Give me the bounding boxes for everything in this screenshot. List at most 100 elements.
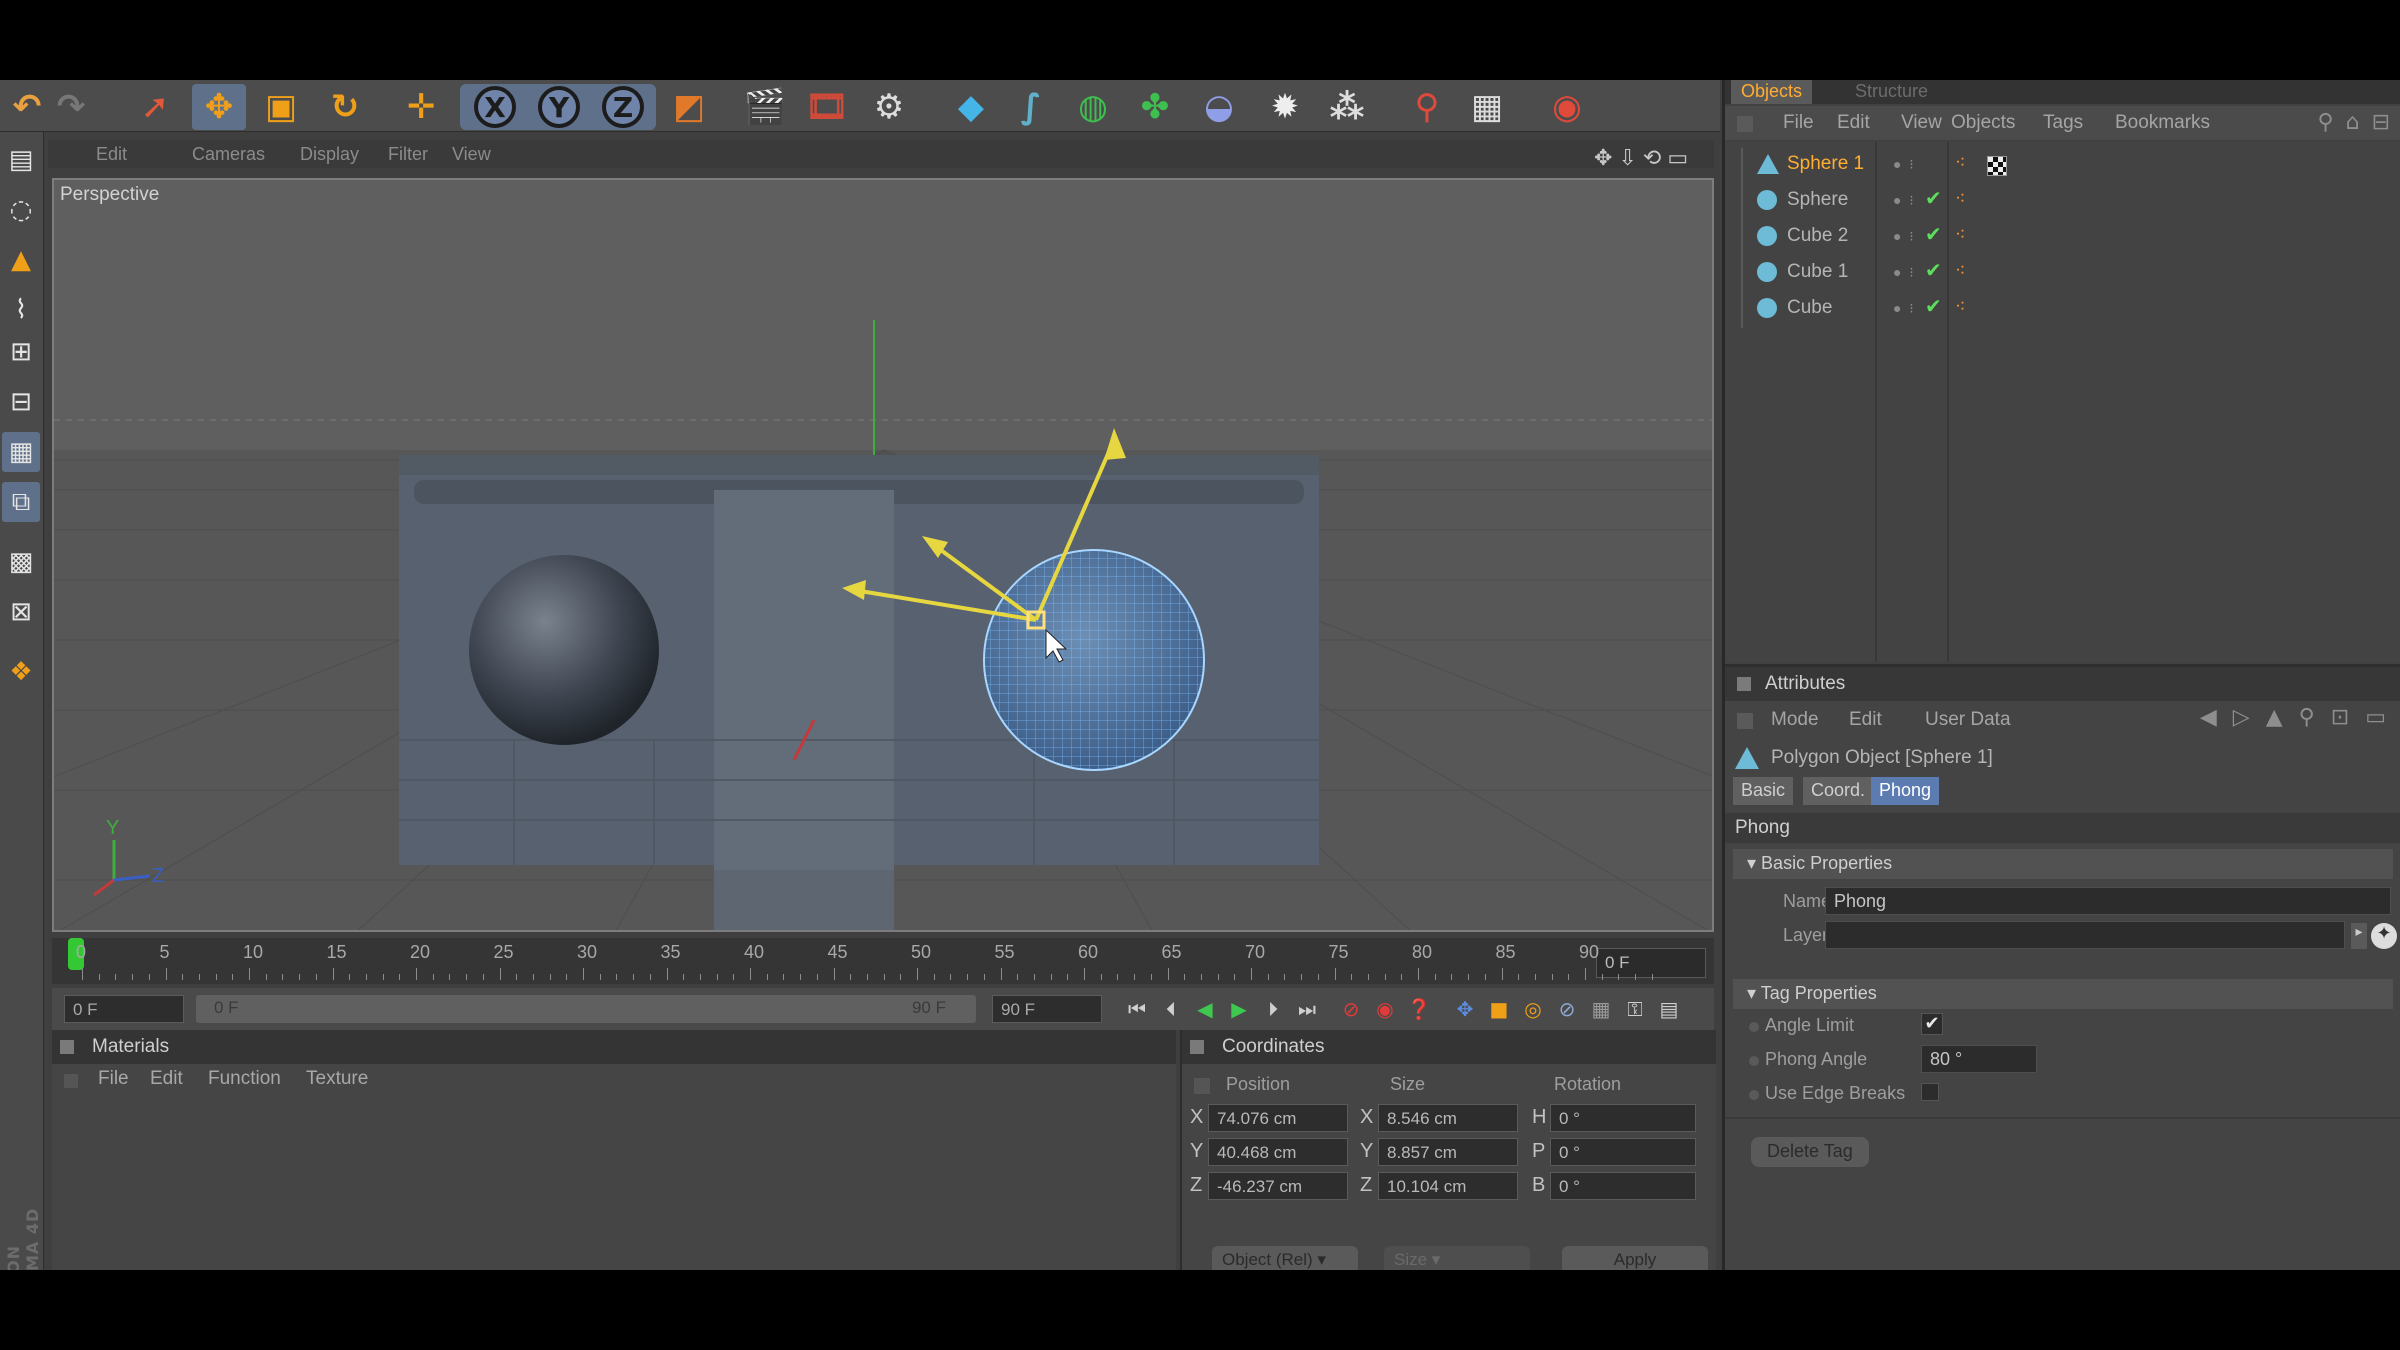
render-picture-viewer-icon[interactable]: 🎞 bbox=[800, 84, 854, 130]
attributes-menu-edit[interactable]: Edit bbox=[1849, 709, 1882, 731]
scene-icon[interactable]: ✹ bbox=[1258, 84, 1312, 130]
key-scale-icon[interactable]: ■ bbox=[1484, 994, 1514, 1024]
y-axis-lock[interactable]: Y bbox=[532, 84, 586, 130]
collapse-icon[interactable]: ⊟ bbox=[2372, 110, 2390, 135]
uv-points-icon[interactable]: ⊟ bbox=[2, 382, 40, 422]
position-z-field[interactable]: -46.237 cm bbox=[1208, 1172, 1348, 1200]
delete-tag-button[interactable]: Delete Tag bbox=[1751, 1137, 1869, 1167]
home-icon[interactable]: ⌂ bbox=[2346, 110, 2360, 135]
play-forward-icon[interactable]: ▶ bbox=[1224, 994, 1254, 1024]
position-y-field[interactable]: 40.468 cm bbox=[1208, 1138, 1348, 1166]
tab-basic[interactable]: Basic bbox=[1733, 777, 1794, 805]
enabled-check-icon[interactable]: ✔ bbox=[1925, 186, 1942, 210]
enabled-check-icon[interactable]: ✔ bbox=[1925, 222, 1942, 246]
object-menu-tags[interactable]: Tags bbox=[2043, 112, 2083, 134]
attributes-menu-mode[interactable]: Mode bbox=[1771, 709, 1819, 731]
viewport-menu-display[interactable]: Display bbox=[300, 144, 359, 165]
object-menu-file[interactable]: File bbox=[1783, 112, 1814, 134]
select-tool-icon[interactable]: ➚ bbox=[128, 84, 182, 130]
maximize-icon[interactable]: ▭ bbox=[1667, 146, 1688, 171]
viewport-menu-filter[interactable]: Filter bbox=[388, 144, 428, 165]
viewport-menu-cameras[interactable]: Cameras bbox=[192, 144, 265, 165]
texture-tag-icon[interactable] bbox=[1987, 156, 2007, 176]
object-name[interactable]: Sphere bbox=[1787, 189, 1848, 211]
materials-menu-grip-icon[interactable] bbox=[64, 1074, 78, 1088]
apply-button[interactable]: Apply bbox=[1562, 1246, 1708, 1270]
attributes-menu-grip-icon[interactable] bbox=[1737, 713, 1753, 729]
polygons-mode-icon[interactable]: ⊞ bbox=[2, 332, 40, 372]
spline-pen-icon[interactable]: ∫ bbox=[1004, 84, 1058, 130]
coordinate-mode-dropdown[interactable]: Object (Rel) ▾ bbox=[1212, 1246, 1358, 1270]
object-row[interactable]: Sphere ● ⁝ ✔ ⁖ bbox=[1725, 184, 2400, 220]
position-x-field[interactable]: 74.076 cm bbox=[1208, 1104, 1348, 1132]
frame-range-slider[interactable]: 0 F 90 F bbox=[196, 995, 976, 1023]
tab-phong[interactable]: Phong bbox=[1871, 777, 1940, 805]
object-mode-icon[interactable]: ◌ bbox=[2, 190, 40, 230]
coordinates-grip-icon[interactable] bbox=[1190, 1040, 1204, 1054]
play-backward-icon[interactable]: ◀ bbox=[1190, 994, 1220, 1024]
next-key-icon[interactable]: ⏵ bbox=[1258, 994, 1288, 1024]
object-name[interactable]: Cube bbox=[1787, 297, 1832, 319]
world-coordinate-icon[interactable]: ◩ bbox=[662, 84, 716, 130]
materials-grip-icon[interactable] bbox=[60, 1040, 74, 1054]
angle-limit-checkbox[interactable]: ✔ bbox=[1921, 1013, 1943, 1035]
tab-objects[interactable]: Objects bbox=[1731, 80, 1813, 104]
viewport-menu-view[interactable]: View bbox=[452, 144, 491, 165]
new-view-icon[interactable]: ▭ bbox=[2365, 705, 2386, 730]
attributes-menu-user-data[interactable]: User Data bbox=[1925, 709, 2011, 731]
rotate-tool-icon[interactable]: ↻ bbox=[318, 84, 372, 130]
move-tool-icon[interactable]: ✥ bbox=[192, 84, 246, 130]
tab-structure[interactable]: Structure bbox=[1845, 80, 1938, 104]
size-z-field[interactable]: 10.104 cm bbox=[1378, 1172, 1518, 1200]
materials-menu-texture[interactable]: Texture bbox=[306, 1068, 368, 1090]
key-parameter-icon[interactable]: ⊘ bbox=[1552, 994, 1582, 1024]
previous-key-icon[interactable]: ⏴ bbox=[1156, 994, 1186, 1024]
workplane-icon[interactable]: ⊠ bbox=[2, 592, 40, 632]
max-frame-field[interactable]: 90 F bbox=[992, 995, 1102, 1023]
key-pla-icon[interactable]: ▦ bbox=[1586, 994, 1616, 1024]
uv-polygons-icon[interactable]: ▦ bbox=[2, 432, 40, 472]
object-menu-objects[interactable]: Objects bbox=[1951, 112, 2015, 134]
visibility-dots-icon[interactable]: ● ⁝ bbox=[1893, 156, 1914, 173]
phong-tag-icon[interactable]: ⁖ bbox=[1955, 188, 1966, 209]
enabled-check-icon[interactable]: ✔ bbox=[1925, 294, 1942, 318]
object-menu-grip-icon[interactable] bbox=[1737, 116, 1753, 132]
materials-menu-file[interactable]: File bbox=[98, 1068, 129, 1090]
checker-icon[interactable]: ▩ bbox=[2, 542, 40, 582]
rotation-p-field[interactable]: 0 ° bbox=[1550, 1138, 1696, 1166]
autokeying-icon[interactable]: ◉ bbox=[1370, 994, 1400, 1024]
camera-icon[interactable]: ⚲ bbox=[1400, 84, 1454, 130]
move-add-icon[interactable]: ✛ bbox=[394, 84, 448, 130]
object-menu-bookmarks[interactable]: Bookmarks bbox=[2115, 112, 2210, 134]
timeline-ruler[interactable]: 0 F 0 5 10 15 20 25 30 35 40 45 50 55 60 65 70 75 80 85 90 bbox=[52, 938, 1714, 984]
size-x-field[interactable]: 8.546 cm bbox=[1378, 1104, 1518, 1132]
tag-properties-section[interactable]: ▾ Tag Properties bbox=[1733, 979, 2393, 1009]
back-arrow-icon[interactable]: ◀ bbox=[2200, 705, 2217, 730]
key-rotation-icon[interactable]: ◎ bbox=[1518, 994, 1548, 1024]
texture-mode-icon[interactable]: ⧉ bbox=[2, 482, 40, 522]
key-position-icon[interactable]: ✥ bbox=[1450, 994, 1480, 1024]
keyframe-selection-icon[interactable]: ❓ bbox=[1404, 994, 1434, 1024]
rotation-b-field[interactable]: 0 ° bbox=[1550, 1172, 1696, 1200]
visibility-dots-icon[interactable]: ● ⁝ bbox=[1893, 300, 1914, 317]
object-menu-view[interactable]: View bbox=[1901, 112, 1942, 134]
phong-angle-field[interactable]: 80 ° bbox=[1921, 1045, 2037, 1073]
render-region-icon[interactable]: ▦ bbox=[1460, 84, 1514, 130]
light-icon[interactable]: ◉ bbox=[1540, 84, 1594, 130]
edges-mode-icon[interactable]: ⌇ bbox=[2, 290, 40, 330]
perspective-viewport[interactable]: Y Z Perspective bbox=[52, 178, 1714, 932]
viewport-scene[interactable]: Y Z bbox=[54, 180, 1714, 932]
render-view-icon[interactable]: 🎬 bbox=[738, 84, 792, 130]
particles-icon[interactable]: ⁂ bbox=[1320, 84, 1374, 130]
edge-breaks-checkbox[interactable] bbox=[1921, 1083, 1939, 1101]
size-y-field[interactable]: 8.857 cm bbox=[1378, 1138, 1518, 1166]
scheme-icon[interactable]: ⚿ bbox=[1620, 994, 1650, 1024]
snap-icon[interactable]: ❖ bbox=[2, 652, 40, 692]
size-mode-dropdown[interactable]: Size ▾ bbox=[1384, 1246, 1530, 1270]
object-row[interactable]: Cube ● ⁝ ✔ ⁖ bbox=[1725, 292, 2400, 328]
visibility-dots-icon[interactable]: ● ⁝ bbox=[1893, 264, 1914, 281]
enabled-check-icon[interactable]: ✔ bbox=[1925, 258, 1942, 282]
scale-tool-icon[interactable]: ▣ bbox=[254, 84, 308, 130]
nurbs-icon[interactable]: ◍ bbox=[1066, 84, 1120, 130]
layer-pick-icon[interactable]: ✦ bbox=[2371, 923, 2397, 949]
